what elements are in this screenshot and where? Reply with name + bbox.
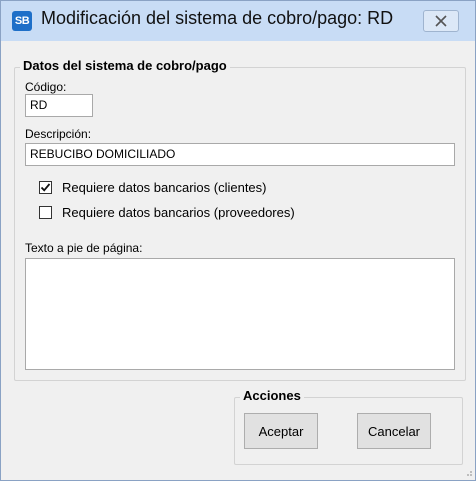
- clientes-checkbox[interactable]: [39, 181, 52, 194]
- close-icon: [435, 15, 447, 27]
- acciones-group-legend: Acciones: [240, 388, 304, 403]
- proveedores-checkbox[interactable]: [39, 206, 52, 219]
- proveedores-checkbox-label[interactable]: Requiere datos bancarios (proveedores): [62, 205, 295, 220]
- clientes-checkbox-label[interactable]: Requiere datos bancarios (clientes): [62, 180, 267, 195]
- descripcion-input[interactable]: REBUCIBO DOMICILIADO: [25, 143, 455, 166]
- title-bar[interactable]: SB Modificación del sistema de cobro/pag…: [1, 1, 475, 41]
- resize-grip-icon[interactable]: [463, 467, 473, 477]
- app-icon: SB: [12, 11, 32, 31]
- close-button[interactable]: [423, 10, 459, 32]
- accept-button[interactable]: Aceptar: [244, 413, 318, 449]
- pie-textarea[interactable]: [25, 258, 455, 370]
- datos-group-legend: Datos del sistema de cobro/pago: [20, 58, 230, 73]
- window-title: Modificación del sistema de cobro/pago: …: [41, 8, 394, 28]
- descripcion-label: Descripción:: [25, 127, 92, 141]
- codigo-input[interactable]: RD: [25, 94, 93, 117]
- checkmark-icon: [40, 183, 51, 192]
- codigo-label: Código:: [25, 80, 67, 94]
- pie-label: Texto a pie de página:: [25, 241, 143, 255]
- cancel-button[interactable]: Cancelar: [357, 413, 431, 449]
- dialog-window: SB Modificación del sistema de cobro/pag…: [0, 0, 476, 481]
